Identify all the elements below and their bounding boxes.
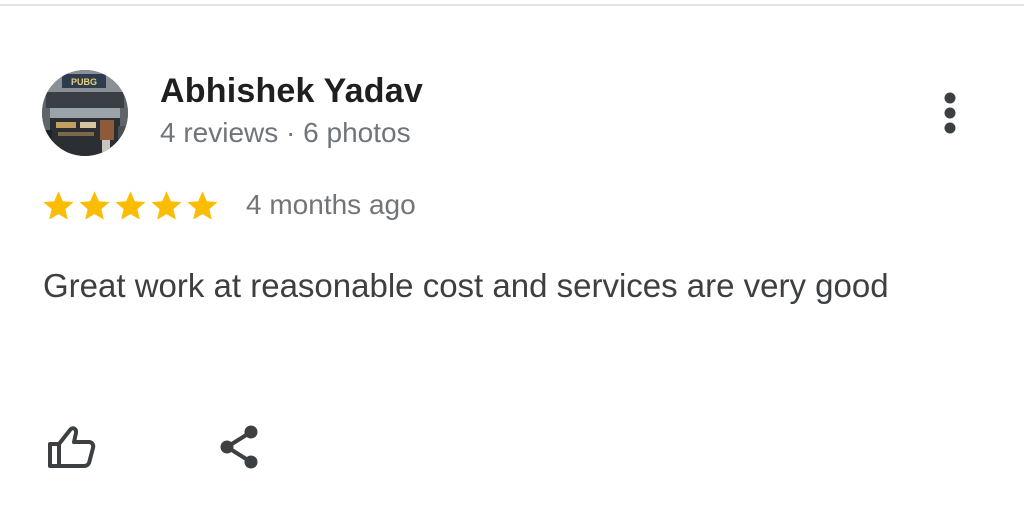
star-icon bbox=[43, 191, 74, 220]
star-icon bbox=[151, 191, 182, 220]
star-rating bbox=[40, 186, 220, 226]
review-card: PUBG Abhishek Yadav 4 reviews · 6 photos… bbox=[0, 0, 1024, 521]
star-icon bbox=[79, 191, 110, 220]
avatar-sign-text: PUBG bbox=[71, 77, 97, 87]
thumb-up-icon bbox=[48, 426, 96, 468]
more-vert-icon bbox=[944, 92, 956, 134]
author-name[interactable]: Abhishek Yadav bbox=[160, 72, 423, 111]
review-time: 4 months ago bbox=[246, 189, 416, 220]
more-options-button[interactable] bbox=[928, 86, 972, 142]
star-icon bbox=[115, 191, 146, 220]
author-meta[interactable]: 4 reviews · 6 photos bbox=[160, 117, 411, 149]
review-text: Great work at reasonable cost and servic… bbox=[43, 267, 889, 304]
avatar[interactable]: PUBG bbox=[42, 70, 128, 156]
like-button[interactable] bbox=[42, 418, 100, 476]
share-icon bbox=[220, 425, 258, 469]
star-icon bbox=[187, 191, 218, 220]
top-divider bbox=[0, 4, 1024, 6]
share-button[interactable] bbox=[210, 418, 268, 476]
